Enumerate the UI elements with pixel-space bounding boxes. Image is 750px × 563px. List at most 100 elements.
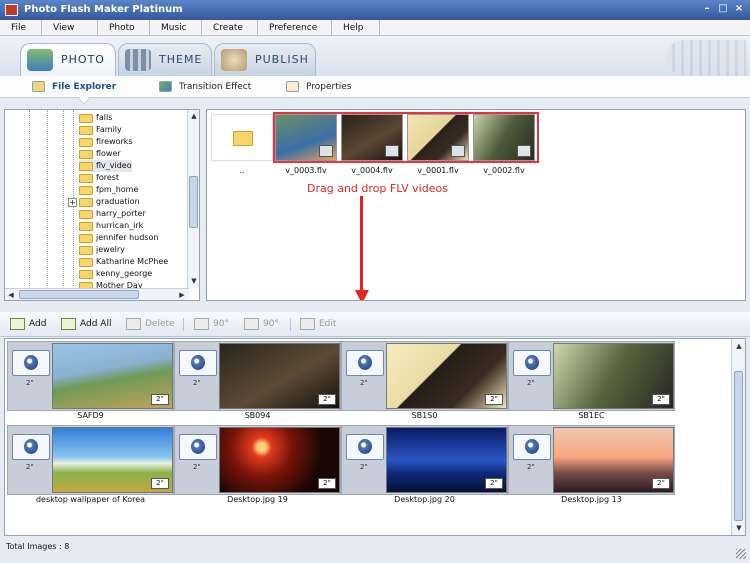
transition-icon[interactable] [513, 434, 551, 460]
storyboard-cell[interactable]: 2" 2" [174, 341, 341, 411]
tree-item[interactable]: jennifer hudson [79, 232, 158, 244]
subtab-properties[interactable]: Properties [284, 76, 351, 98]
scroll-up-arrow-icon[interactable]: ▲ [734, 341, 744, 351]
file-browser[interactable]: .. v_0003.flv v_0004.flv v_0001.flv v_00… [206, 109, 746, 301]
tree-item[interactable]: harry_porter [79, 208, 146, 220]
scroll-down-arrow-icon[interactable]: ▼ [734, 523, 744, 533]
tree-item[interactable]: falls [79, 112, 112, 124]
storyboard-image[interactable]: 2" [386, 343, 507, 409]
storyboard-cell[interactable]: 2" 2" [508, 341, 675, 411]
menu-music[interactable]: Music [150, 20, 202, 35]
parent-folder-item[interactable] [211, 114, 273, 161]
storyboard-cell[interactable]: 2" 2" [7, 425, 174, 495]
tree-item[interactable]: hurrican_irk [79, 220, 143, 232]
tree-item[interactable]: kenny_george [79, 268, 152, 280]
scroll-left-arrow-icon[interactable]: ◀ [6, 290, 16, 300]
storyboard-image[interactable]: 2" [52, 427, 173, 493]
tree-item[interactable]: graduation [79, 196, 140, 208]
minimize-button[interactable]: – [700, 3, 714, 16]
scroll-right-arrow-icon[interactable]: ▶ [177, 290, 187, 300]
tree-item[interactable]: flower [79, 148, 121, 160]
tree-hscroll-thumb[interactable] [19, 290, 139, 299]
resize-grip-icon[interactable] [736, 549, 746, 559]
tab-photo[interactable]: PHOTO [20, 43, 116, 76]
file-name: v_0004.flv [351, 166, 393, 175]
transition-icon[interactable] [12, 350, 50, 376]
rotate-left-icon [194, 318, 209, 330]
file-explorer-icon [32, 81, 45, 92]
menu-file[interactable]: File [0, 20, 42, 35]
tree-item[interactable]: Family [79, 124, 122, 136]
tree-horizontal-scrollbar[interactable]: ◀ ▶ [5, 288, 189, 300]
transition-icon[interactable] [346, 434, 384, 460]
tree-item[interactable]: fpm_home [79, 184, 138, 196]
edit-button[interactable]: Edit [300, 317, 336, 332]
storyboard-cell[interactable]: 2" 2" [7, 341, 174, 411]
photo-icon [27, 49, 53, 71]
rotate-left-button[interactable]: 90° [194, 317, 229, 332]
add-all-button[interactable]: Add All [61, 317, 111, 332]
menu-create[interactable]: Create [202, 20, 258, 35]
duration-badge: 2" [318, 478, 336, 489]
transition-icon[interactable] [179, 350, 217, 376]
app-icon [5, 4, 18, 16]
scroll-up-arrow-icon[interactable]: ▲ [189, 111, 199, 121]
rotate-right-button[interactable]: 90° [244, 317, 279, 332]
tab-publish[interactable]: PUBLISH [214, 43, 316, 76]
transition-icon[interactable] [346, 350, 384, 376]
status-bar: Total Images : 8 [0, 537, 750, 563]
storyboard-caption: SAFD9 [77, 411, 104, 420]
scroll-down-arrow-icon[interactable]: ▼ [189, 276, 199, 286]
toolbar-separator [290, 318, 291, 331]
storyboard-vertical-scrollbar[interactable]: ▲ ▼ [731, 339, 745, 535]
folder-icon [79, 246, 93, 255]
storyboard-scroll-thumb[interactable] [734, 371, 743, 521]
tree-vertical-scrollbar[interactable]: ▲ ▼ [187, 110, 199, 288]
menu-help[interactable]: Help [332, 20, 380, 35]
add-button[interactable]: Add [10, 317, 46, 332]
storyboard-image[interactable]: 2" [386, 427, 507, 493]
tree-scroll-thumb[interactable] [189, 176, 198, 228]
close-button[interactable]: × [732, 3, 746, 16]
theme-icon [125, 49, 151, 71]
storyboard-caption: Desktop.jpg 13 [561, 495, 622, 504]
folder-open-icon [79, 162, 93, 171]
storyboard-cell[interactable]: 2" 2" [341, 425, 508, 495]
tree-expand-toggle[interactable]: + [68, 198, 77, 207]
storyboard-cell[interactable]: 2" 2" [341, 341, 508, 411]
maximize-button[interactable]: □ [716, 3, 730, 16]
storyboard[interactable]: 2" 2" SAFD9 2" 2" SB094 2" 2" SB1S0 2" 2… [4, 338, 746, 536]
tree-item[interactable]: forest [79, 172, 119, 184]
subtab-properties-label: Properties [306, 82, 352, 92]
duration-badge: 2" [485, 394, 503, 405]
tree-item-selected[interactable]: flv_video [79, 160, 132, 172]
tree-item[interactable]: jewelry [79, 244, 125, 256]
title-bar: Photo Flash Maker Platinum – □ × [0, 0, 750, 20]
tree-item[interactable]: fireworks [79, 136, 133, 148]
transition-icon[interactable] [179, 434, 217, 460]
menu-view[interactable]: View [42, 20, 98, 35]
subtab-transition-effect[interactable]: Transition Effect [157, 76, 251, 98]
storyboard-cell[interactable]: 2" 2" [174, 425, 341, 495]
storyboard-image[interactable]: 2" [553, 427, 674, 493]
storyboard-image[interactable]: 2" [219, 427, 340, 493]
subtab-file-explorer[interactable]: File Explorer [30, 76, 116, 98]
tab-theme[interactable]: THEME [118, 43, 212, 76]
storyboard-image[interactable]: 2" [553, 343, 674, 409]
menu-photo[interactable]: Photo [98, 20, 150, 35]
delete-button[interactable]: Delete [126, 317, 175, 332]
storyboard-image[interactable]: 2" [52, 343, 173, 409]
subtab-transition-effect-label: Transition Effect [179, 82, 252, 92]
storyboard-caption: SB1S0 [411, 411, 438, 420]
transition-icon[interactable] [12, 434, 50, 460]
tab-theme-label: THEME [159, 53, 203, 66]
menu-preference[interactable]: Preference [258, 20, 332, 35]
transition-icon[interactable] [513, 350, 551, 376]
folder-icon [79, 234, 93, 243]
horizontal-splitter[interactable] [0, 302, 750, 312]
storyboard-image[interactable]: 2" [219, 343, 340, 409]
tree-item[interactable]: Katharine McPhee [79, 256, 168, 268]
folder-tree[interactable]: + falls Family fireworks flower flv_vide… [4, 109, 200, 301]
storyboard-cell[interactable]: 2" 2" [508, 425, 675, 495]
transition-duration: 2" [193, 379, 201, 387]
